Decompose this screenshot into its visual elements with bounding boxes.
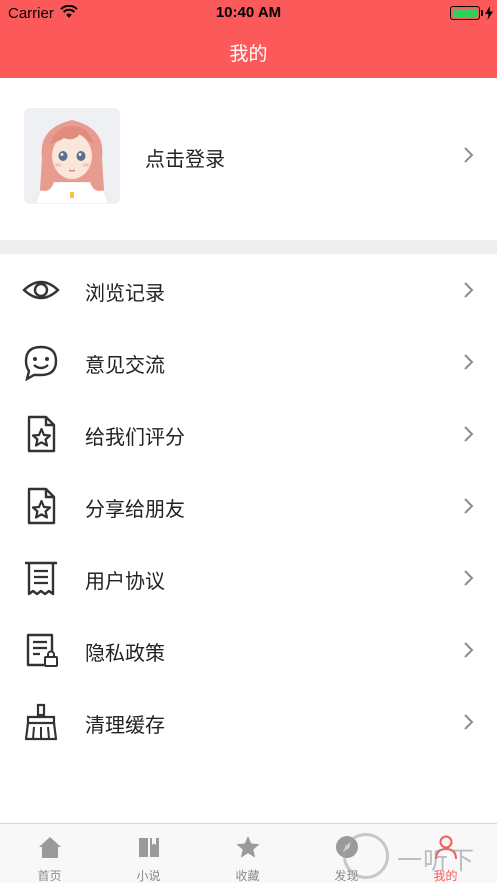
broom-icon [24,703,58,741]
menu-item-user-agreement[interactable]: 用户协议 [0,542,497,614]
menu-item-feedback[interactable]: 意见交流 [0,326,497,398]
star-icon [236,836,260,858]
chevron-right-icon [464,147,474,163]
document-star-icon [27,415,56,453]
book-icon [139,838,159,857]
menu-item-clear-cache[interactable]: 清理缓存 [0,686,497,758]
chat-bubble-smile-icon [24,345,58,381]
status-bar: Carrier 10:40 AM [0,0,497,26]
clock: 10:40 AM [215,4,282,21]
watermark-text: 一听下载 [397,846,476,883]
watermark-logo-icon [343,833,389,879]
home-icon [39,837,61,858]
chevron-right-icon [464,714,474,730]
menu-label: 隐私政策 [85,641,165,665]
tab-label: 收藏 [235,869,260,883]
document-star-icon [27,487,56,525]
anime-girl-avatar-icon [24,108,120,204]
menu-label: 意见交流 [85,353,165,377]
chevron-right-icon [464,282,474,298]
chevron-right-icon [464,354,474,370]
menu-label: 浏览记录 [85,281,165,305]
menu-item-rate-us[interactable]: 给我们评分 [0,398,497,470]
charging-bolt-icon [485,6,493,20]
chevron-right-icon [464,426,474,442]
section-divider [0,240,497,254]
login-label[interactable]: 点击登录 [145,143,225,172]
battery-icon [450,6,480,20]
nav-bar: 我的 [0,26,497,78]
profile-login-row[interactable]: 点击登录 [0,78,497,240]
avatar[interactable] [24,108,120,204]
menu-label: 清理缓存 [85,713,165,737]
menu-item-privacy-policy[interactable]: 隐私政策 [0,614,497,686]
receipt-icon [25,561,57,596]
eye-icon [22,280,60,300]
tab-novel[interactable]: 小说 [99,824,198,883]
menu-item-browse-history[interactable]: 浏览记录 [0,254,497,326]
menu-label: 分享给朋友 [85,497,185,521]
document-lock-icon [26,633,58,667]
battery-cap [481,10,483,16]
menu-label: 给我们评分 [85,425,185,449]
tab-label: 小说 [136,869,161,883]
tab-home[interactable]: 首页 [0,824,99,883]
menu-label: 用户协议 [85,569,165,593]
tab-label: 首页 [37,869,62,883]
watermark: 一听下载 [335,829,497,883]
chevron-right-icon [464,642,474,658]
chevron-right-icon [464,570,474,586]
menu-item-share[interactable]: 分享给朋友 [0,470,497,542]
chevron-right-icon [464,498,474,514]
tab-favorites[interactable]: 收藏 [198,824,297,883]
page-title: 我的 [229,43,268,65]
